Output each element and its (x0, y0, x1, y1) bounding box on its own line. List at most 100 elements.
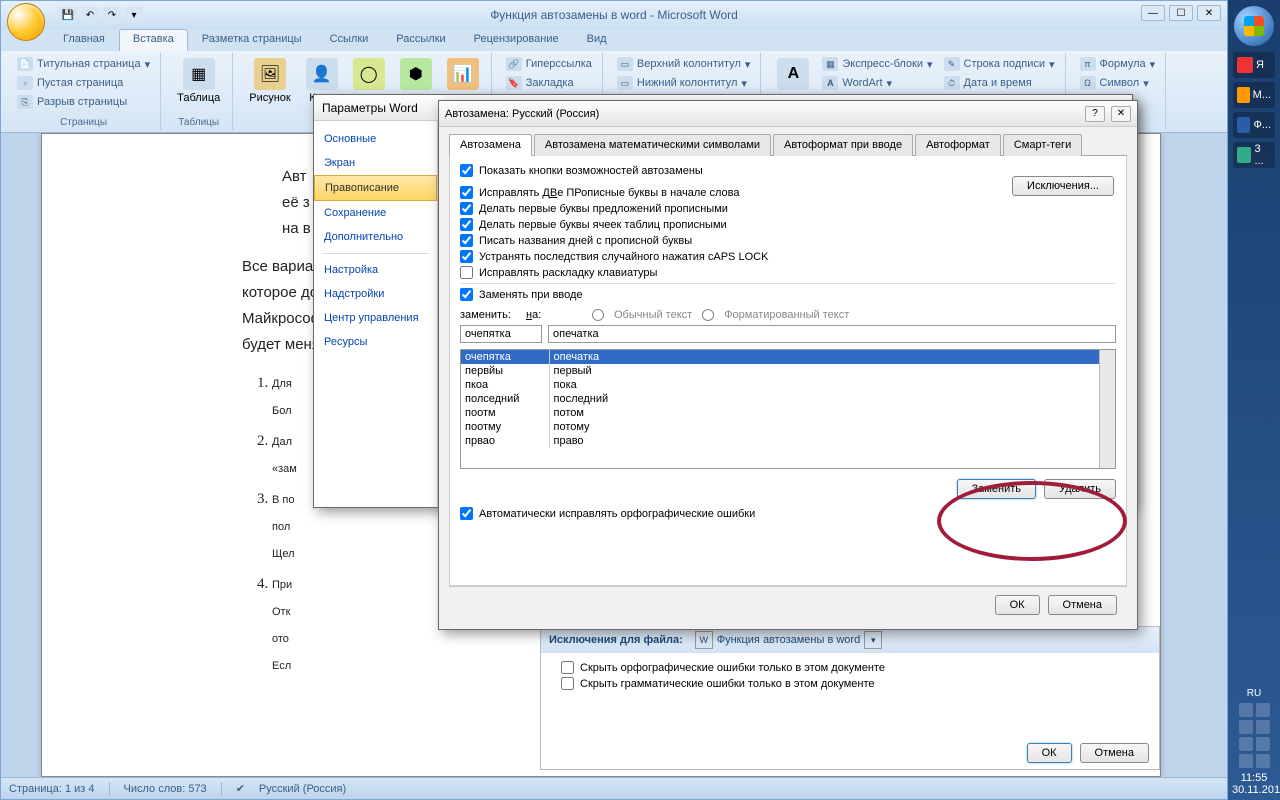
taskbar-item[interactable]: Я (1233, 52, 1275, 78)
taskbar-item[interactable]: Ф... (1233, 112, 1275, 138)
footer-button[interactable]: ▭Нижний колонтитул ▾ (613, 74, 754, 92)
datetime-button[interactable]: ⏱Дата и время (940, 74, 1059, 92)
tray-icon[interactable] (1256, 703, 1270, 717)
tray-icon[interactable] (1239, 754, 1253, 768)
minimize-button[interactable]: — (1141, 5, 1165, 21)
with-input[interactable] (548, 325, 1116, 343)
sentence-caps-checkbox[interactable]: Делать первые буквы предложений прописны… (460, 202, 1116, 215)
chart-button[interactable]: 📊 (441, 55, 485, 93)
status-page[interactable]: Страница: 1 из 4 (9, 783, 95, 795)
status-words[interactable]: Число слов: 573 (124, 783, 207, 795)
chart-icon: 📊 (447, 58, 479, 90)
status-language[interactable]: Русский (Россия) (259, 783, 346, 795)
help-button[interactable]: ? (1085, 106, 1105, 122)
cat-customize[interactable]: Настройка (314, 258, 437, 282)
tray-icon[interactable] (1256, 754, 1270, 768)
tab-refs[interactable]: Ссылки (316, 29, 383, 51)
taskbar-item[interactable]: М... (1233, 82, 1275, 108)
hide-grammar-checkbox[interactable]: Скрыть грамматические ошибки только в эт… (549, 677, 1151, 690)
dropdown-icon[interactable]: ▾ (864, 631, 882, 649)
options-cancel-button[interactable]: Отмена (1080, 743, 1149, 763)
cat-advanced[interactable]: Дополнительно (314, 225, 437, 249)
tab-insert[interactable]: Вставка (119, 29, 188, 51)
cat-proofing[interactable]: Правописание (314, 175, 437, 201)
qat-save-icon[interactable]: 💾 (59, 7, 77, 23)
express-blocks-button[interactable]: ▦Экспресс-блоки ▾ (818, 55, 936, 73)
delete-button[interactable]: Удалить (1044, 479, 1116, 499)
options-ok-button[interactable]: ОК (1027, 743, 1072, 763)
clock-date[interactable]: 30.11.2013 (1232, 784, 1276, 796)
ac-cancel-button[interactable]: Отмена (1048, 595, 1117, 615)
folder-icon (1237, 87, 1250, 103)
cell-caps-checkbox[interactable]: Делать первые буквы ячеек таблиц прописн… (460, 218, 1116, 231)
tray-icon[interactable] (1256, 720, 1270, 734)
tab-smarttags[interactable]: Смарт-теги (1003, 134, 1082, 156)
blank-page-button[interactable]: ▫Пустая страница (13, 74, 154, 92)
table-row: очепяткаопечатка (461, 350, 1115, 364)
qat-more-icon[interactable]: ▾ (125, 7, 143, 23)
cat-trust[interactable]: Центр управления (314, 306, 437, 330)
start-button[interactable] (1234, 6, 1274, 46)
cat-main[interactable]: Основные (314, 127, 437, 151)
tray-icon[interactable] (1239, 703, 1253, 717)
textbox-button[interactable]: A (771, 55, 815, 93)
symbol-button[interactable]: ΩСимвол ▾ (1076, 74, 1160, 92)
status-proofing-icon[interactable]: ✔ (236, 782, 245, 795)
cat-addins[interactable]: Надстройки (314, 282, 437, 306)
hyperlink-button[interactable]: 🔗Гиперссылка (502, 55, 596, 73)
tray-icon[interactable] (1239, 720, 1253, 734)
cat-save[interactable]: Сохранение (314, 201, 437, 225)
table-button[interactable]: ▦Таблица (171, 55, 226, 107)
exceptions-button[interactable]: Исключения... (1012, 176, 1114, 196)
dialog-close-button[interactable]: ✕ (1111, 106, 1131, 122)
textbox-icon: A (777, 58, 809, 90)
formula-button[interactable]: πФормула ▾ (1076, 55, 1160, 73)
maximize-button[interactable]: ☐ (1169, 5, 1193, 21)
tab-layout[interactable]: Разметка страницы (188, 29, 316, 51)
auto-fix-checkbox[interactable]: Автоматически исправлять орфографические… (460, 507, 1116, 520)
scrollbar[interactable] (1099, 350, 1115, 468)
tab-autocorrect[interactable]: Автозамена (449, 134, 532, 156)
app-icon (1237, 147, 1251, 163)
cat-resources[interactable]: Ресурсы (314, 330, 437, 354)
signature-line-button[interactable]: ✎Строка подписи ▾ (940, 55, 1059, 73)
keyboard-layout-checkbox[interactable]: Исправлять раскладку клавиатуры (460, 266, 1116, 279)
tab-autoformat-type[interactable]: Автоформат при вводе (773, 134, 913, 156)
qat-redo-icon[interactable]: ↷ (103, 7, 121, 23)
tray-icon[interactable] (1256, 737, 1270, 751)
header-button[interactable]: ▭Верхний колонтитул ▾ (613, 55, 754, 73)
cover-page-button[interactable]: 📄Титульная страница ▾ (13, 55, 154, 73)
bookmark-button[interactable]: 🔖Закладка (502, 74, 596, 92)
formatted-radio[interactable] (702, 309, 714, 321)
replace-on-type-checkbox[interactable]: Заменять при вводе (460, 288, 1116, 301)
clock-time[interactable]: 11:55 (1232, 772, 1276, 784)
shapes-button[interactable]: ◯ (347, 55, 391, 93)
smartart-button[interactable]: ⬢ (394, 55, 438, 93)
taskbar-item[interactable]: 3 ... (1233, 142, 1275, 168)
ac-ok-button[interactable]: ОК (995, 595, 1040, 615)
table-row: полседнийпоследний (461, 392, 1115, 406)
capslock-checkbox[interactable]: Устранять последствия случайного нажатия… (460, 250, 1116, 263)
page-break-button[interactable]: ⎘Разрыв страницы (13, 93, 154, 111)
plaintext-radio[interactable] (592, 309, 604, 321)
tab-autoformat[interactable]: Автоформат (915, 134, 1001, 156)
tab-mail[interactable]: Рассылки (382, 29, 459, 51)
hide-spelling-checkbox[interactable]: Скрыть орфографические ошибки только в э… (549, 661, 1151, 674)
tab-view[interactable]: Вид (573, 29, 621, 51)
close-button[interactable]: ✕ (1197, 5, 1221, 21)
wordart-button[interactable]: 𝐀WordArt ▾ (818, 74, 936, 92)
autocorrect-table[interactable]: очепяткаопечатка первйыпервый пкоапока п… (460, 349, 1116, 469)
tab-home[interactable]: Главная (49, 29, 119, 51)
tab-review[interactable]: Рецензирование (460, 29, 573, 51)
tab-math[interactable]: Автозамена математическими символами (534, 134, 771, 156)
wordart-icon: 𝐀 (822, 76, 838, 90)
cat-screen[interactable]: Экран (314, 151, 437, 175)
qat-undo-icon[interactable]: ↶ (81, 7, 99, 23)
days-caps-checkbox[interactable]: Писать названия дней с прописной буквы (460, 234, 1116, 247)
tray-icon[interactable] (1239, 737, 1253, 751)
language-indicator[interactable]: RU (1232, 688, 1276, 699)
office-button[interactable] (7, 3, 45, 41)
replace-input[interactable] (460, 325, 542, 343)
picture-button[interactable]: 🖼Рисунок (243, 55, 297, 107)
replace-button[interactable]: Заменить (957, 479, 1036, 499)
